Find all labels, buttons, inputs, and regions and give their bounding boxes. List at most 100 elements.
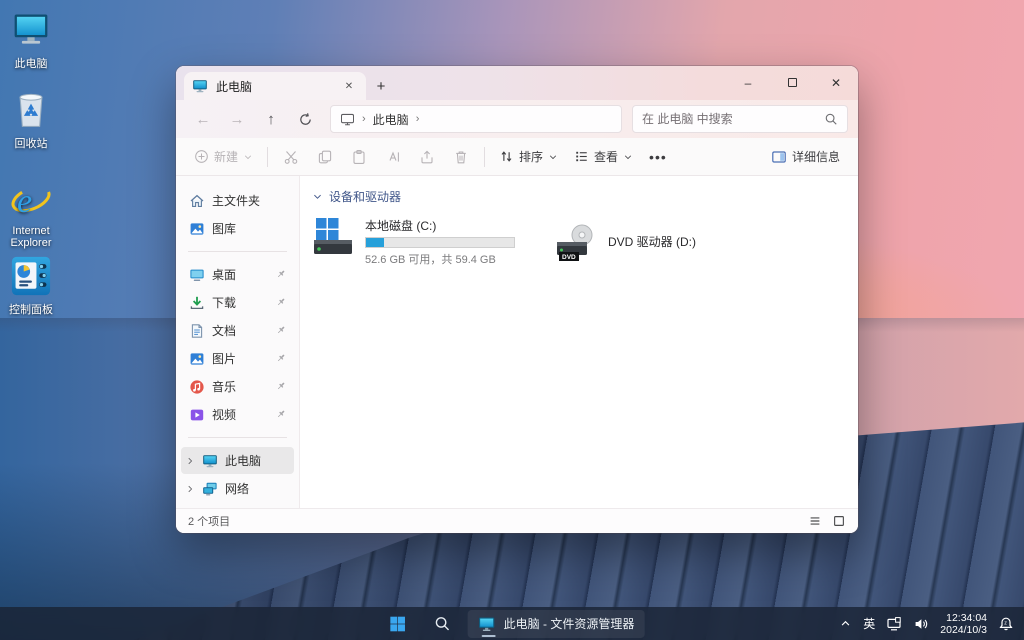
window-controls: – ✕ xyxy=(726,66,858,99)
taskbar-search-button[interactable] xyxy=(424,610,460,638)
this-pc-icon xyxy=(192,78,208,94)
details-view-icon[interactable] xyxy=(808,514,822,528)
chevron-down-icon xyxy=(548,152,558,162)
sidebar-item-downloads[interactable]: 下载 xyxy=(181,289,294,316)
taskbar-center: 此电脑 - 文件资源管理器 xyxy=(380,607,645,640)
chevron-right-icon[interactable] xyxy=(185,456,195,466)
desktop-icon-label: Internet Explorer xyxy=(0,225,64,249)
tray-time: 12:34:04 xyxy=(940,612,987,624)
maximize-button[interactable] xyxy=(770,66,814,99)
taskbar: 此电脑 - 文件资源管理器 英 12:34:04 2024/10/3 xyxy=(0,607,1024,640)
close-button[interactable]: ✕ xyxy=(814,66,858,99)
control-panel-icon xyxy=(9,254,53,298)
window-body: 主文件夹 图库 桌面 下载 xyxy=(176,176,858,508)
large-icons-view-icon[interactable] xyxy=(832,514,846,528)
details-pane-icon xyxy=(771,149,787,165)
rename-button[interactable] xyxy=(376,142,410,172)
network-icon xyxy=(202,481,218,497)
copy-button[interactable] xyxy=(308,142,342,172)
sidebar-item-music[interactable]: 音乐 xyxy=(181,373,294,400)
local-disk-icon xyxy=(312,216,356,256)
up-button[interactable]: ↑ xyxy=(254,104,288,134)
volume-icon[interactable] xyxy=(913,616,929,632)
ime-indicator[interactable]: 英 xyxy=(863,615,875,632)
sidebar-item-videos[interactable]: 视频 xyxy=(181,401,294,428)
desktop-icon-internet-explorer[interactable]: Internet Explorer xyxy=(0,178,64,249)
desktop-icon-label: 回收站 xyxy=(15,135,48,151)
tray-date: 2024/10/3 xyxy=(940,624,987,636)
system-tray: 英 12:34:04 2024/10/3 xyxy=(839,607,1024,640)
hidden-icons-chevron-icon[interactable] xyxy=(839,617,852,630)
copy-icon xyxy=(317,149,333,165)
sidebar-item-network[interactable]: 网络 xyxy=(181,475,294,502)
sidebar-item-label: 网络 xyxy=(225,480,288,497)
clock[interactable]: 12:34:04 2024/10/3 xyxy=(940,612,987,636)
paste-button[interactable] xyxy=(342,142,376,172)
capacity-bar xyxy=(365,237,515,248)
drive-dvd-d[interactable]: DVD 驱动器 (D:) xyxy=(555,216,696,267)
internet-explorer-icon xyxy=(9,178,53,222)
sidebar-item-gallery[interactable]: 图库 xyxy=(181,215,294,242)
sort-button[interactable]: 排序 xyxy=(491,142,566,172)
group-header-label: 设备和驱动器 xyxy=(329,188,401,205)
group-header-devices-and-drives[interactable]: 设备和驱动器 xyxy=(312,188,858,205)
paste-icon xyxy=(351,149,367,165)
desktop-icon-this-pc[interactable]: 此电脑 xyxy=(0,8,64,71)
search-icon[interactable] xyxy=(824,112,838,126)
desktop-icon-control-panel[interactable]: 控制面板 xyxy=(0,254,64,317)
back-button[interactable]: ← xyxy=(186,104,220,134)
forward-button[interactable]: → xyxy=(220,104,254,134)
desktop-icon-recycle-bin[interactable]: 回收站 xyxy=(0,88,64,151)
delete-button[interactable] xyxy=(444,142,478,172)
sidebar-item-desktop[interactable]: 桌面 xyxy=(181,261,294,288)
share-icon xyxy=(419,149,435,165)
address-bar[interactable]: › 此电脑 › xyxy=(330,105,622,133)
desktop-folder-icon xyxy=(189,267,205,283)
taskbar-file-explorer-button[interactable]: 此电脑 - 文件资源管理器 xyxy=(468,610,645,638)
sidebar-divider xyxy=(188,437,287,438)
more-icon: ••• xyxy=(649,149,667,165)
network-tray-icon[interactable] xyxy=(886,616,902,632)
tab-this-pc[interactable]: 此电脑 ✕ xyxy=(184,72,366,100)
sidebar-item-pictures[interactable]: 图片 xyxy=(181,345,294,372)
start-button[interactable] xyxy=(380,610,416,638)
recycle-bin-icon xyxy=(9,88,53,132)
pin-icon xyxy=(275,380,287,392)
pin-icon xyxy=(275,296,287,308)
capacity-text: 52.6 GB 可用，共 59.4 GB xyxy=(365,251,515,267)
more-options-button[interactable]: ••• xyxy=(641,142,675,172)
rename-icon xyxy=(385,149,401,165)
share-button[interactable] xyxy=(410,142,444,172)
new-tab-button[interactable]: + xyxy=(366,72,396,100)
search-input[interactable] xyxy=(642,112,824,126)
drive-local-disk-c[interactable]: 本地磁盘 (C:) 52.6 GB 可用，共 59.4 GB xyxy=(312,216,515,267)
this-pc-icon xyxy=(202,453,218,469)
breadcrumb-chevron-icon: › xyxy=(416,113,420,125)
active-app-indicator xyxy=(482,635,496,637)
refresh-icon xyxy=(298,112,313,127)
details-pane-label: 详细信息 xyxy=(792,148,840,165)
chevron-right-icon[interactable] xyxy=(185,484,195,494)
new-plus-icon xyxy=(194,149,209,164)
breadcrumb-this-pc[interactable]: 此电脑 xyxy=(373,111,409,128)
minimize-button[interactable]: – xyxy=(726,66,770,99)
documents-icon xyxy=(189,323,205,339)
sort-button-label: 排序 xyxy=(519,148,543,165)
sidebar-item-documents[interactable]: 文档 xyxy=(181,317,294,344)
view-button[interactable]: 查看 xyxy=(566,142,641,172)
sidebar-item-this-pc[interactable]: 此电脑 xyxy=(181,447,294,474)
details-pane-button[interactable]: 详细信息 xyxy=(763,142,848,172)
cut-button[interactable] xyxy=(274,142,308,172)
file-explorer-window: 此电脑 ✕ + – ✕ ← → ↑ › 此电脑 › xyxy=(176,66,858,533)
search-box xyxy=(632,105,848,133)
content-area: 设备和驱动器 本地磁盘 (C:) 52.6 GB 可用，共 59.4 GB xyxy=(300,176,858,508)
this-pc-outline-icon xyxy=(340,112,355,127)
delete-icon xyxy=(453,149,469,165)
sidebar-item-home[interactable]: 主文件夹 xyxy=(181,187,294,214)
chevron-down-icon xyxy=(312,191,323,202)
cut-icon xyxy=(283,149,299,165)
new-button[interactable]: 新建 xyxy=(186,142,261,172)
tab-close-icon[interactable]: ✕ xyxy=(340,77,358,95)
refresh-button[interactable] xyxy=(288,104,322,134)
notification-bell-icon[interactable] xyxy=(998,616,1014,632)
